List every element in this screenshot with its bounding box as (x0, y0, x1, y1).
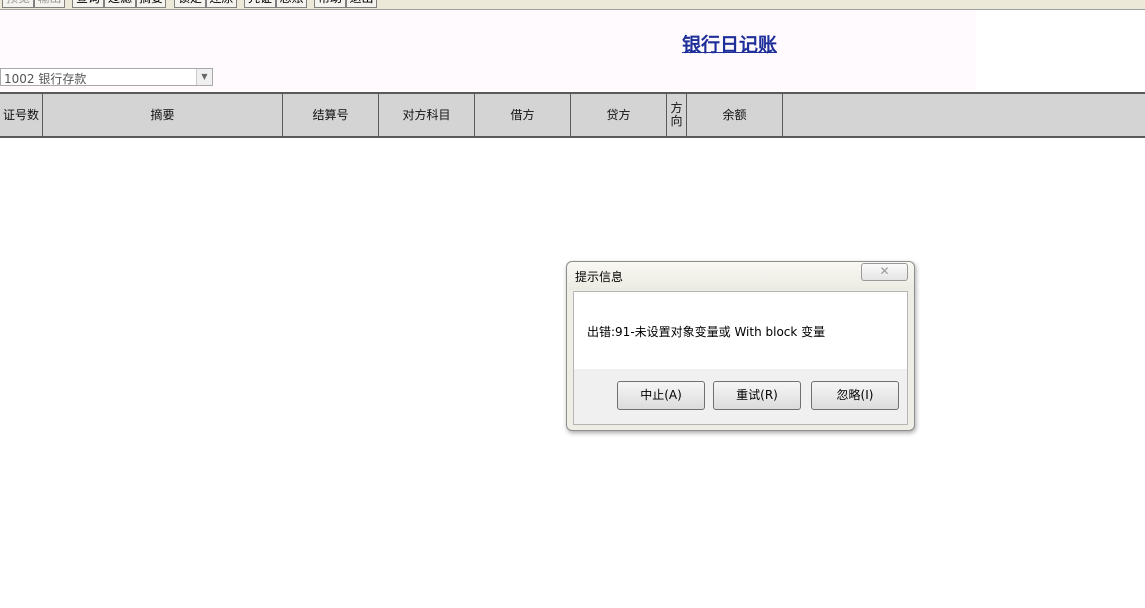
column-header-settlement-no[interactable]: 结算号 (283, 94, 379, 136)
window: 预览 输出 查询 过滤 摘要 锁定 还原 凭证 总账 帮助 退出 银行日记账 1… (0, 0, 1145, 608)
toolbar: 预览 输出 查询 过滤 摘要 锁定 还原 凭证 总账 帮助 退出 (0, 0, 1145, 10)
dialog-titlebar[interactable]: 提示信息 ✕ (567, 262, 914, 290)
toolbar-exit-button[interactable]: 退出 (346, 0, 377, 8)
toolbar-voucher-button[interactable]: 凭证 (244, 0, 276, 8)
toolbar-help-button[interactable]: 帮助 (314, 0, 346, 8)
close-icon: ✕ (879, 264, 890, 278)
column-header-debit[interactable]: 借方 (475, 94, 571, 136)
column-header-direction[interactable]: 方向 (667, 94, 687, 136)
column-header-summary[interactable]: 摘要 (43, 94, 283, 136)
abort-button[interactable]: 中止(A) (617, 381, 705, 410)
page-title: 银行日记账 (682, 34, 778, 56)
retry-button[interactable]: 重试(R) (713, 381, 801, 410)
close-button[interactable]: ✕ (861, 263, 908, 281)
dialog-message: 出错:91-未设置对象变量或 With block 变量 (587, 325, 826, 339)
toolbar-restore-button[interactable]: 还原 (206, 0, 237, 8)
dialog-body: 出错:91-未设置对象变量或 With block 变量 中止(A) 重试(R)… (573, 291, 908, 425)
grid-header: 证号数 摘要 结算号 对方科目 借方 贷方 方向 余额 (0, 92, 1145, 138)
error-dialog: 提示信息 ✕ 出错:91-未设置对象变量或 With block 变量 中止(A… (566, 261, 915, 431)
column-header-balance[interactable]: 余额 (687, 94, 783, 136)
toolbar-summary-button[interactable]: 摘要 (136, 0, 166, 8)
column-header-counter-account[interactable]: 对方科目 (379, 94, 475, 136)
column-header-credit[interactable]: 贷方 (571, 94, 667, 136)
account-select-value: 1002 银行存款 (4, 72, 87, 86)
column-header-voucher-no[interactable]: 证号数 (0, 94, 43, 136)
toolbar-preview-button[interactable]: 预览 (2, 0, 34, 8)
toolbar-output-button[interactable]: 输出 (34, 0, 65, 8)
toolbar-filter-button[interactable]: 过滤 (104, 0, 136, 8)
toolbar-lock-button[interactable]: 锁定 (174, 0, 206, 8)
ignore-button[interactable]: 忽略(I) (811, 381, 899, 410)
toolbar-ledger-button[interactable]: 总账 (276, 0, 307, 8)
dialog-footer: 中止(A) 重试(R) 忽略(I) (574, 369, 907, 424)
chevron-down-icon[interactable]: ▼ (196, 69, 212, 85)
dialog-title: 提示信息 (575, 270, 624, 284)
account-select[interactable]: 1002 银行存款 ▼ (0, 68, 213, 86)
toolbar-query-button[interactable]: 查询 (72, 0, 104, 8)
